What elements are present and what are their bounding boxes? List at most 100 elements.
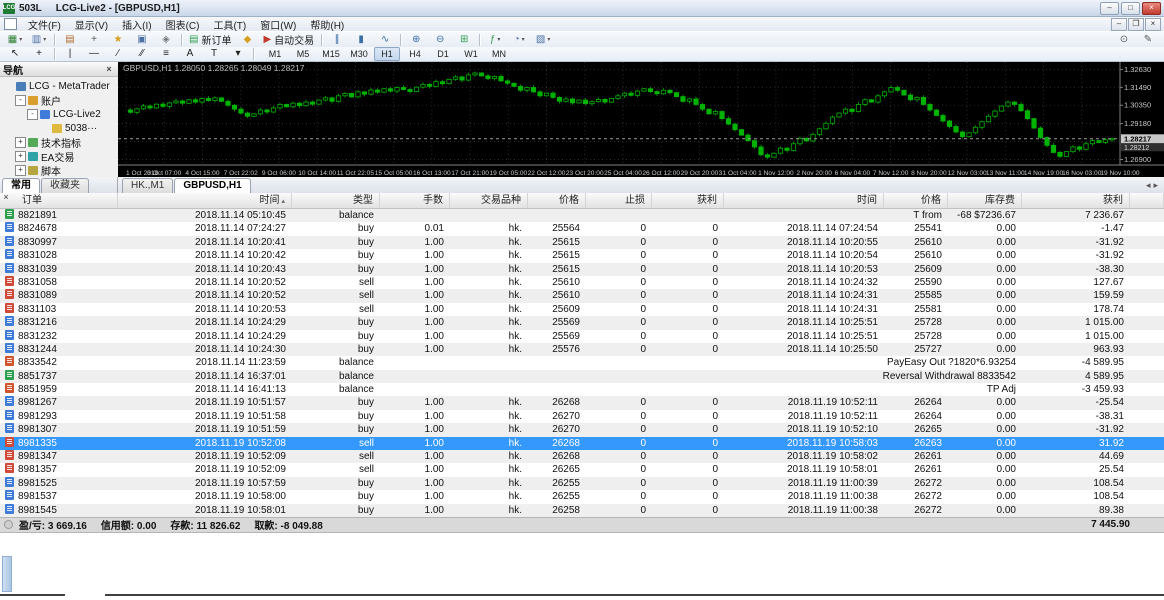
chart-window-icon[interactable]	[4, 18, 17, 30]
order-row-8981347[interactable]: 8981347 2018.11.19 10:52:09 sell 1.00 hk. 262…	[0, 450, 1164, 464]
new-order-button[interactable]: ▤ 新订单	[186, 32, 234, 47]
strategy-tester-button[interactable]: ◈	[155, 32, 177, 47]
nav-tree-item-6[interactable]: + 脚本	[0, 163, 118, 178]
order-row-8981525[interactable]: 8981525 2018.11.19 10:57:59 buy 1.00 hk. 2625…	[0, 476, 1164, 491]
periods-dropdown-icon[interactable]: ▾	[522, 36, 525, 43]
child-close-button[interactable]: ×	[1145, 17, 1161, 31]
navigator-tab-0[interactable]: 常用	[2, 178, 40, 193]
arrows-button[interactable]: ▾	[227, 47, 249, 62]
nav-tree-item-5[interactable]: + EA交易	[0, 149, 118, 164]
order-row-8824678[interactable]: 8824678 2018.11.14 07:24:27 buy 0.01 hk. 2556…	[0, 222, 1164, 235]
close-button[interactable]: ×	[1142, 1, 1161, 15]
equidistant-channel-button[interactable]: ∕∕	[131, 47, 153, 62]
chart-area[interactable]: 1 Oct 2018 3 Oct 07:00 4 Oct 15:00 7 Oct 22…	[118, 62, 1164, 177]
order-row-8831244[interactable]: 8831244 2018.11.14 10:24:30 buy 1.00 hk. 2557…	[0, 342, 1164, 357]
zoom-in-button[interactable]: ⊕	[405, 32, 427, 47]
crosshair-button[interactable]: +	[28, 47, 50, 62]
menu-item-6[interactable]: 帮助(H)	[303, 16, 351, 33]
menu-item-4[interactable]: 工具(T)	[206, 16, 253, 33]
order-row-8833542[interactable]: 8833542 2018.11.14 11:23:59 balance PayEasy…	[0, 356, 1164, 369]
vertical-line-button[interactable]: |	[59, 47, 81, 62]
order-row-8830997[interactable]: 8830997 2018.11.14 10:20:41 buy 1.00 hk. 2561…	[0, 235, 1164, 250]
navigator-close-icon[interactable]: ×	[103, 64, 115, 74]
nav-tree-item-2[interactable]: - LCG-Live2	[0, 107, 118, 121]
tile-windows-button[interactable]: ⊞	[453, 32, 475, 47]
vertical-scrollbar[interactable]	[2, 556, 12, 592]
tree-toggle-icon[interactable]: +	[15, 136, 26, 148]
order-row-8831103[interactable]: 8831103 2018.11.14 10:20:53 sell 1.00 hk. 256…	[0, 302, 1164, 316]
market-watch-button[interactable]: ▤	[59, 32, 81, 47]
text-label-button[interactable]: T	[203, 47, 225, 62]
cursor-button[interactable]: ↖	[4, 47, 26, 62]
timeframe-w1-button[interactable]: W1	[458, 47, 484, 61]
nav-tree-item-0[interactable]: LCG - MetaTrader	[0, 79, 118, 93]
search-button[interactable]: ⊙	[1113, 32, 1135, 47]
nav-tree-item-3[interactable]: 5038···	[0, 121, 118, 135]
new-chart-button[interactable]: ▦ ▾	[4, 32, 26, 47]
order-row-8981267[interactable]: 8981267 2018.11.19 10:51:57 buy 1.00 hk. 2626…	[0, 396, 1164, 410]
timeframe-m15-button[interactable]: M15	[318, 47, 344, 61]
minimize-button[interactable]: –	[1100, 1, 1119, 15]
column-header-0[interactable]: 订单	[0, 193, 118, 208]
new-chart-dropdown-icon[interactable]: ▾	[19, 36, 22, 43]
timeframe-m1-button[interactable]: M1	[262, 47, 288, 61]
column-header-3[interactable]: 手数	[380, 193, 450, 208]
fibonacci-button[interactable]: ≡	[155, 47, 177, 62]
edit-button[interactable]: ✎	[1137, 32, 1159, 47]
zoom-out-button[interactable]: ⊖	[429, 32, 451, 47]
templates-dropdown-icon[interactable]: ▾	[547, 36, 550, 43]
column-header-4[interactable]: 交易品种	[450, 193, 528, 208]
terminal-close-icon[interactable]: ×	[1, 193, 11, 203]
order-row-8851737[interactable]: 8851737 2018.11.14 16:37:01 balance Reversa…	[0, 369, 1164, 384]
tab-scroll-right-icon[interactable]: ▸	[1153, 180, 1158, 191]
tree-toggle-icon[interactable]: -	[15, 94, 26, 106]
data-window-button[interactable]: +	[83, 32, 105, 47]
column-header-8[interactable]: 时间	[724, 193, 884, 208]
menu-item-0[interactable]: 文件(F)	[21, 16, 68, 33]
menu-item-5[interactable]: 窗口(W)	[253, 16, 303, 33]
child-minimize-button[interactable]: –	[1111, 17, 1127, 31]
order-row-8981335[interactable]: 8981335 2018.11.19 10:52:08 sell 1.00 hk. 262…	[0, 436, 1164, 451]
column-header-9[interactable]: 价格	[884, 193, 948, 208]
column-header-1[interactable]: 时间 ▴	[118, 193, 292, 208]
timeframe-m30-button[interactable]: M30	[346, 47, 372, 61]
periods-button[interactable]: ◔ ▾	[508, 32, 530, 47]
autotrading-button[interactable]: ▶ 自动交易	[260, 32, 317, 47]
menu-item-1[interactable]: 显示(V)	[68, 16, 115, 33]
maximize-button[interactable]: □	[1121, 1, 1140, 15]
order-row-8831028[interactable]: 8831028 2018.11.14 10:20:42 buy 1.00 hk. 2561…	[0, 249, 1164, 262]
history-table-header[interactable]: 订单 时间 ▴ 类型 手数 交易品种 价格 止损 获利 时间 价格 库存费 获利	[0, 193, 1164, 209]
order-row-8851959[interactable]: 8851959 2018.11.14 16:41:13 balance TP Adj -…	[0, 383, 1164, 396]
tree-toggle-icon[interactable]: -	[27, 108, 38, 120]
metaeditor-button[interactable]: ◆	[236, 32, 258, 47]
indicators-dropdown-icon[interactable]: ▾	[497, 36, 500, 43]
column-header-5[interactable]: 价格	[528, 193, 586, 208]
tree-toggle-icon[interactable]: +	[15, 150, 26, 162]
order-row-8981293[interactable]: 8981293 2018.11.19 10:51:58 buy 1.00 hk. 2627…	[0, 409, 1164, 423]
menu-item-3[interactable]: 图表(C)	[159, 16, 207, 33]
timeframe-m5-button[interactable]: M5	[290, 47, 316, 61]
order-row-8831039[interactable]: 8831039 2018.11.14 10:20:43 buy 1.00 hk. 2561…	[0, 262, 1164, 276]
timeframe-h1-button[interactable]: H1	[374, 47, 400, 61]
profiles-button[interactable]: ▥ ▾	[28, 32, 50, 47]
profiles-dropdown-icon[interactable]: ▾	[43, 36, 46, 43]
column-header-11[interactable]: 获利	[1022, 193, 1130, 208]
order-row-8821891[interactable]: 8821891 2018.11.14 05:10:45 balance T from -…	[0, 209, 1164, 223]
nav-tree-item-4[interactable]: + 技术指标	[0, 135, 118, 150]
order-row-8831089[interactable]: 8831089 2018.11.14 10:20:52 sell 1.00 hk. 256…	[0, 289, 1164, 303]
templates-button[interactable]: ▧ ▾	[532, 32, 554, 47]
horizontal-line-button[interactable]: —	[83, 47, 105, 62]
trendline-button[interactable]: ∕	[107, 47, 129, 62]
navigator-tab-1[interactable]: 收藏夹	[41, 178, 89, 193]
timeframe-d1-button[interactable]: D1	[430, 47, 456, 61]
indicators-button[interactable]: ƒ ▾	[484, 32, 506, 47]
order-row-8981307[interactable]: 8981307 2018.11.19 10:51:59 buy 1.00 hk. 2627…	[0, 423, 1164, 437]
line-chart-button[interactable]: ∿	[374, 32, 396, 47]
tab-scroll-left-icon[interactable]: ◂	[1146, 180, 1151, 191]
order-row-8981357[interactable]: 8981357 2018.11.19 10:52:09 sell 1.00 hk. 262…	[0, 463, 1164, 476]
order-row-8831232[interactable]: 8831232 2018.11.14 10:24:29 buy 1.00 hk. 2556…	[0, 329, 1164, 343]
bar-chart-button[interactable]: ∥	[326, 32, 348, 47]
order-row-8831058[interactable]: 8831058 2018.11.14 10:20:52 sell 1.00 hk. 256…	[0, 275, 1164, 289]
candlestick-chart-button[interactable]: ▮	[350, 32, 372, 47]
tree-toggle-icon[interactable]: +	[15, 164, 26, 176]
